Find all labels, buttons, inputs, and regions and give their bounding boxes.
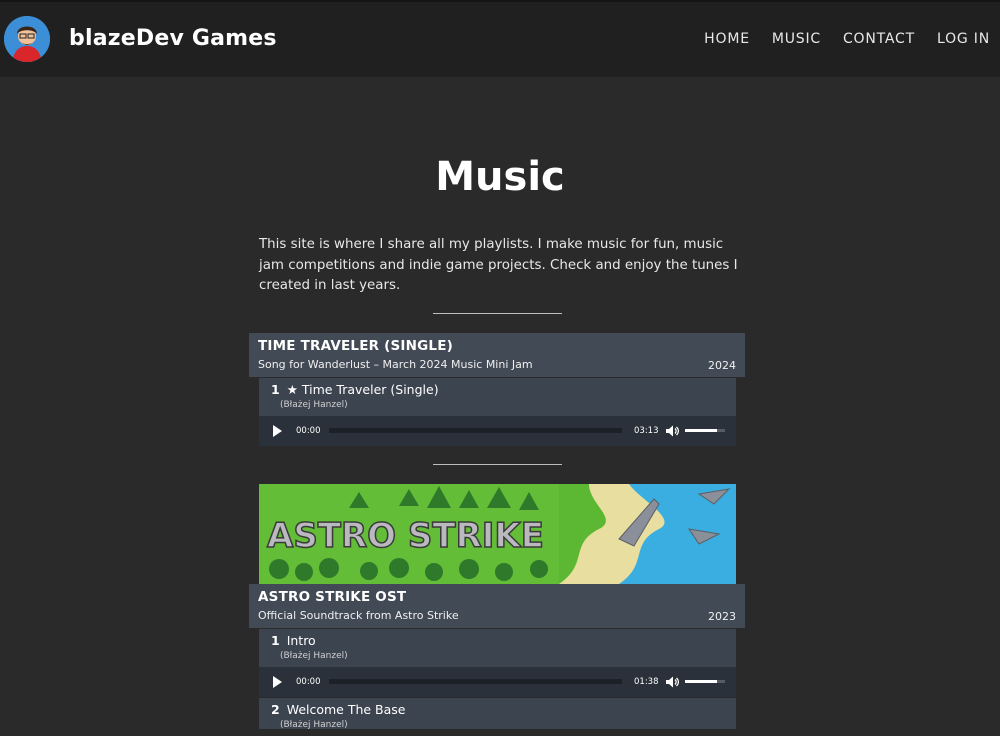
current-time: 00:00 bbox=[296, 677, 321, 687]
site-title[interactable]: blazeDev Games bbox=[69, 26, 277, 51]
nav-contact[interactable]: CONTACT bbox=[843, 31, 915, 47]
avatar[interactable] bbox=[4, 16, 50, 62]
track-title: 2 Welcome The Base bbox=[271, 702, 736, 717]
seek-bar[interactable] bbox=[329, 679, 622, 684]
album-year: 2024 bbox=[708, 359, 736, 372]
nav-music[interactable]: MUSIC bbox=[772, 31, 821, 47]
track-name: Welcome The Base bbox=[286, 702, 406, 717]
divider bbox=[433, 313, 562, 314]
album-subtitle: Official Soundtrack from Astro Strike bbox=[258, 609, 459, 622]
volume-level bbox=[685, 429, 717, 432]
track-info: 1 ★ Time Traveler (Single) (Błażej Hanze… bbox=[259, 378, 736, 416]
play-icon[interactable] bbox=[273, 676, 282, 688]
top-bar: blazeDev Games HOME MUSIC CONTACT LOG IN bbox=[0, 0, 1000, 77]
volume-level bbox=[685, 680, 717, 683]
track-name: Intro bbox=[286, 633, 316, 648]
page-title: Music bbox=[435, 154, 565, 200]
duration: 03:13 bbox=[634, 426, 659, 436]
track-info: 1 Intro (Błażej Hanzel) bbox=[259, 629, 736, 667]
nav-log-in[interactable]: LOG IN bbox=[937, 31, 990, 47]
volume-icon[interactable] bbox=[665, 675, 679, 689]
track-number: 1 bbox=[271, 633, 280, 648]
track-number: 2 bbox=[271, 702, 280, 717]
album-title: ASTRO STRIKE OST bbox=[258, 589, 407, 605]
track-number: 1 bbox=[271, 382, 280, 397]
track-item: 2 Welcome The Base (Błażej Hanzel) bbox=[259, 698, 736, 730]
divider bbox=[433, 464, 562, 465]
audio-player: 00:00 01:38 bbox=[259, 667, 736, 697]
album-title: TIME TRAVELER (SINGLE) bbox=[258, 338, 454, 354]
main-nav: HOME MUSIC CONTACT LOG IN bbox=[704, 31, 990, 47]
album-banner-astro-strike: ASTRO STRIKE bbox=[259, 484, 736, 584]
seek-bar[interactable] bbox=[329, 428, 622, 433]
track-artist: (Błażej Hanzel) bbox=[280, 400, 348, 410]
volume-slider[interactable] bbox=[685, 680, 725, 683]
track-info: 2 Welcome The Base (Błażej Hanzel) bbox=[259, 698, 736, 736]
track-item: 1 Intro (Błażej Hanzel) 00:00 01:38 bbox=[259, 629, 736, 697]
current-time: 00:00 bbox=[296, 426, 321, 436]
play-icon[interactable] bbox=[273, 425, 282, 437]
audio-player: 00:00 03:13 bbox=[259, 416, 736, 446]
album-year: 2023 bbox=[708, 610, 736, 623]
track-title: 1 Intro bbox=[271, 633, 736, 648]
duration: 01:38 bbox=[634, 677, 659, 687]
intro-text: This site is where I share all my playli… bbox=[259, 237, 738, 293]
track-title: 1 ★ Time Traveler (Single) bbox=[271, 382, 736, 397]
track-name: ★ Time Traveler (Single) bbox=[286, 382, 439, 397]
nav-home[interactable]: HOME bbox=[704, 31, 750, 47]
track-artist: (Błażej Hanzel) bbox=[280, 651, 348, 661]
track-item: 1 ★ Time Traveler (Single) (Błażej Hanze… bbox=[259, 378, 736, 446]
album-header-astro-strike: ASTRO STRIKE OST Official Soundtrack fro… bbox=[249, 584, 745, 628]
volume-icon[interactable] bbox=[665, 424, 679, 438]
banner-logo-text: ASTRO STRIKE bbox=[267, 516, 544, 556]
volume-slider[interactable] bbox=[685, 429, 725, 432]
album-subtitle: Song for Wanderlust – March 2024 Music M… bbox=[258, 358, 533, 371]
album-header-time-traveler: TIME TRAVELER (SINGLE) Song for Wanderlu… bbox=[249, 333, 745, 377]
